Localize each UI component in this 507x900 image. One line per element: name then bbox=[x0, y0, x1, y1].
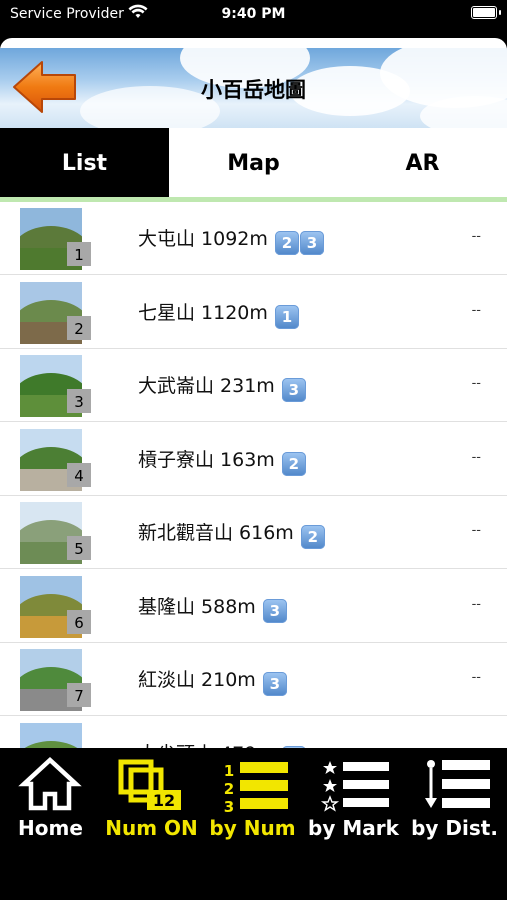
number-badge: 6 bbox=[67, 609, 91, 634]
list-item[interactable]: 6 基隆山 588m 3 -- bbox=[0, 570, 507, 643]
distance-value: -- bbox=[471, 670, 481, 685]
mountain-name: 大武崙山 231m bbox=[138, 375, 275, 397]
mountain-name: 七星山 1120m bbox=[138, 301, 268, 324]
mountain-name: 紅淡山 210m bbox=[138, 669, 256, 691]
list-item[interactable]: 7 紅淡山 210m 3 -- bbox=[0, 643, 507, 716]
distance-value: -- bbox=[471, 596, 481, 612]
mountain-name: 新北觀音山 616m bbox=[138, 522, 294, 544]
num-badge-text: 12 bbox=[153, 791, 175, 810]
number-badge: 2 bbox=[67, 315, 91, 340]
sort-by-number-icon: 1 2 3 bbox=[224, 762, 288, 814]
sort-digit-3: 3 bbox=[224, 798, 234, 814]
number-badge: 7 bbox=[67, 683, 91, 707]
mountain-name-row: 紅淡山 210m 3 bbox=[138, 665, 287, 696]
number-badge: 4 bbox=[67, 462, 91, 487]
tab-ar[interactable]: AR bbox=[338, 128, 507, 197]
tab-map[interactable]: Map bbox=[169, 128, 338, 197]
mountain-list: 1 大屯山 1092m 2 3 -- 2 七星山 1120m 1 -- 3 大武崙山 231m … bbox=[0, 202, 507, 748]
mountain-name: 大屯山 1092m bbox=[138, 228, 268, 250]
view-tabs: List Map AR bbox=[0, 128, 507, 202]
mountain-name-row: 大尖頭山 479m 2 bbox=[138, 739, 306, 748]
list-item[interactable]: 5 新北觀音山 616m 2 -- bbox=[0, 496, 507, 569]
distance-value: -- bbox=[471, 523, 481, 538]
mountain-name-row: 新北觀音山 616m 2 bbox=[138, 518, 325, 549]
sort-by-mark-icon bbox=[320, 761, 389, 812]
main-sheet: 小百岳地圖 List Map AR 1 大屯山 1092m 2 3 -- 2 七星山 11… bbox=[0, 38, 507, 748]
rank-badge: 3 bbox=[281, 378, 306, 402]
distance-value: -- bbox=[471, 229, 481, 244]
list-item[interactable]: 1 大屯山 1092m 2 3 -- bbox=[0, 202, 507, 275]
num-on-label: Num ON bbox=[105, 816, 198, 840]
num-on-button[interactable]: 12 Num ON bbox=[101, 756, 202, 846]
by-mark-label: by Mark bbox=[308, 816, 399, 840]
status-bar: Service Provider 9:40 PM bbox=[0, 0, 507, 30]
mountain-name: 槓子寮山 163m bbox=[138, 448, 275, 471]
distance-value: -- bbox=[471, 376, 481, 391]
list-item[interactable]: 2 七星山 1120m 1 -- bbox=[0, 276, 507, 349]
home-label: Home bbox=[18, 816, 83, 840]
mountain-photo bbox=[20, 722, 82, 748]
sort-by-distance-button[interactable]: by Dist. bbox=[404, 756, 505, 846]
list-item[interactable]: 4 槓子寮山 163m 2 -- bbox=[0, 423, 507, 496]
list-item[interactable]: 3 大武崙山 231m 3 -- bbox=[0, 349, 507, 422]
number-badge: 1 bbox=[67, 242, 91, 266]
sort-by-mark-button[interactable]: by Mark bbox=[303, 756, 404, 846]
mountain-name-row: 七星山 1120m 1 bbox=[138, 298, 299, 329]
rank-badge: 2 bbox=[274, 231, 299, 255]
sort-digit-1: 1 bbox=[224, 762, 234, 780]
clock: 9:40 PM bbox=[221, 6, 286, 22]
by-dist-label: by Dist. bbox=[411, 816, 498, 840]
mountain-name-row: 大武崙山 231m 3 bbox=[138, 371, 306, 402]
rank-badge: 3 bbox=[262, 598, 287, 623]
mountain-name-row: 基隆山 588m 3 bbox=[138, 592, 287, 623]
mountain-name: 基隆山 588m bbox=[138, 595, 256, 618]
number-badge: 5 bbox=[67, 536, 91, 560]
bottom-toolbar: Home 12 Num ON 1 2 3 by Num by Mark by D… bbox=[0, 748, 507, 900]
distance-value: -- bbox=[471, 449, 481, 465]
page-title: 小百岳地圖 bbox=[201, 78, 306, 102]
list-item[interactable]: 8大尖頭山 479m 2-- bbox=[0, 717, 507, 748]
number-badge: 3 bbox=[67, 389, 91, 413]
sort-by-num-button[interactable]: 1 2 3 by Num bbox=[202, 756, 303, 846]
home-button[interactable]: Home bbox=[0, 756, 101, 846]
rank-badge: 2 bbox=[300, 525, 325, 549]
battery-icon bbox=[471, 6, 501, 19]
number-toggle-icon: 12 bbox=[118, 759, 181, 810]
sort-digit-2: 2 bbox=[224, 780, 234, 798]
rank-badge: 3 bbox=[262, 672, 287, 696]
tab-list[interactable]: List bbox=[0, 128, 169, 197]
distance-value: -- bbox=[471, 302, 481, 318]
rank-badge: 1 bbox=[274, 304, 299, 329]
sort-by-distance-icon bbox=[425, 760, 490, 808]
mountain-name-row: 大屯山 1092m 23 bbox=[138, 224, 324, 255]
rank-badge: 2 bbox=[281, 451, 306, 476]
mountain-name-row: 槓子寮山 163m 2 bbox=[138, 445, 306, 476]
rank-badge: 3 bbox=[299, 231, 324, 255]
home-icon bbox=[18, 756, 82, 811]
by-num-label: by Num bbox=[209, 816, 296, 840]
header-banner: 小百岳地圖 bbox=[0, 48, 507, 128]
